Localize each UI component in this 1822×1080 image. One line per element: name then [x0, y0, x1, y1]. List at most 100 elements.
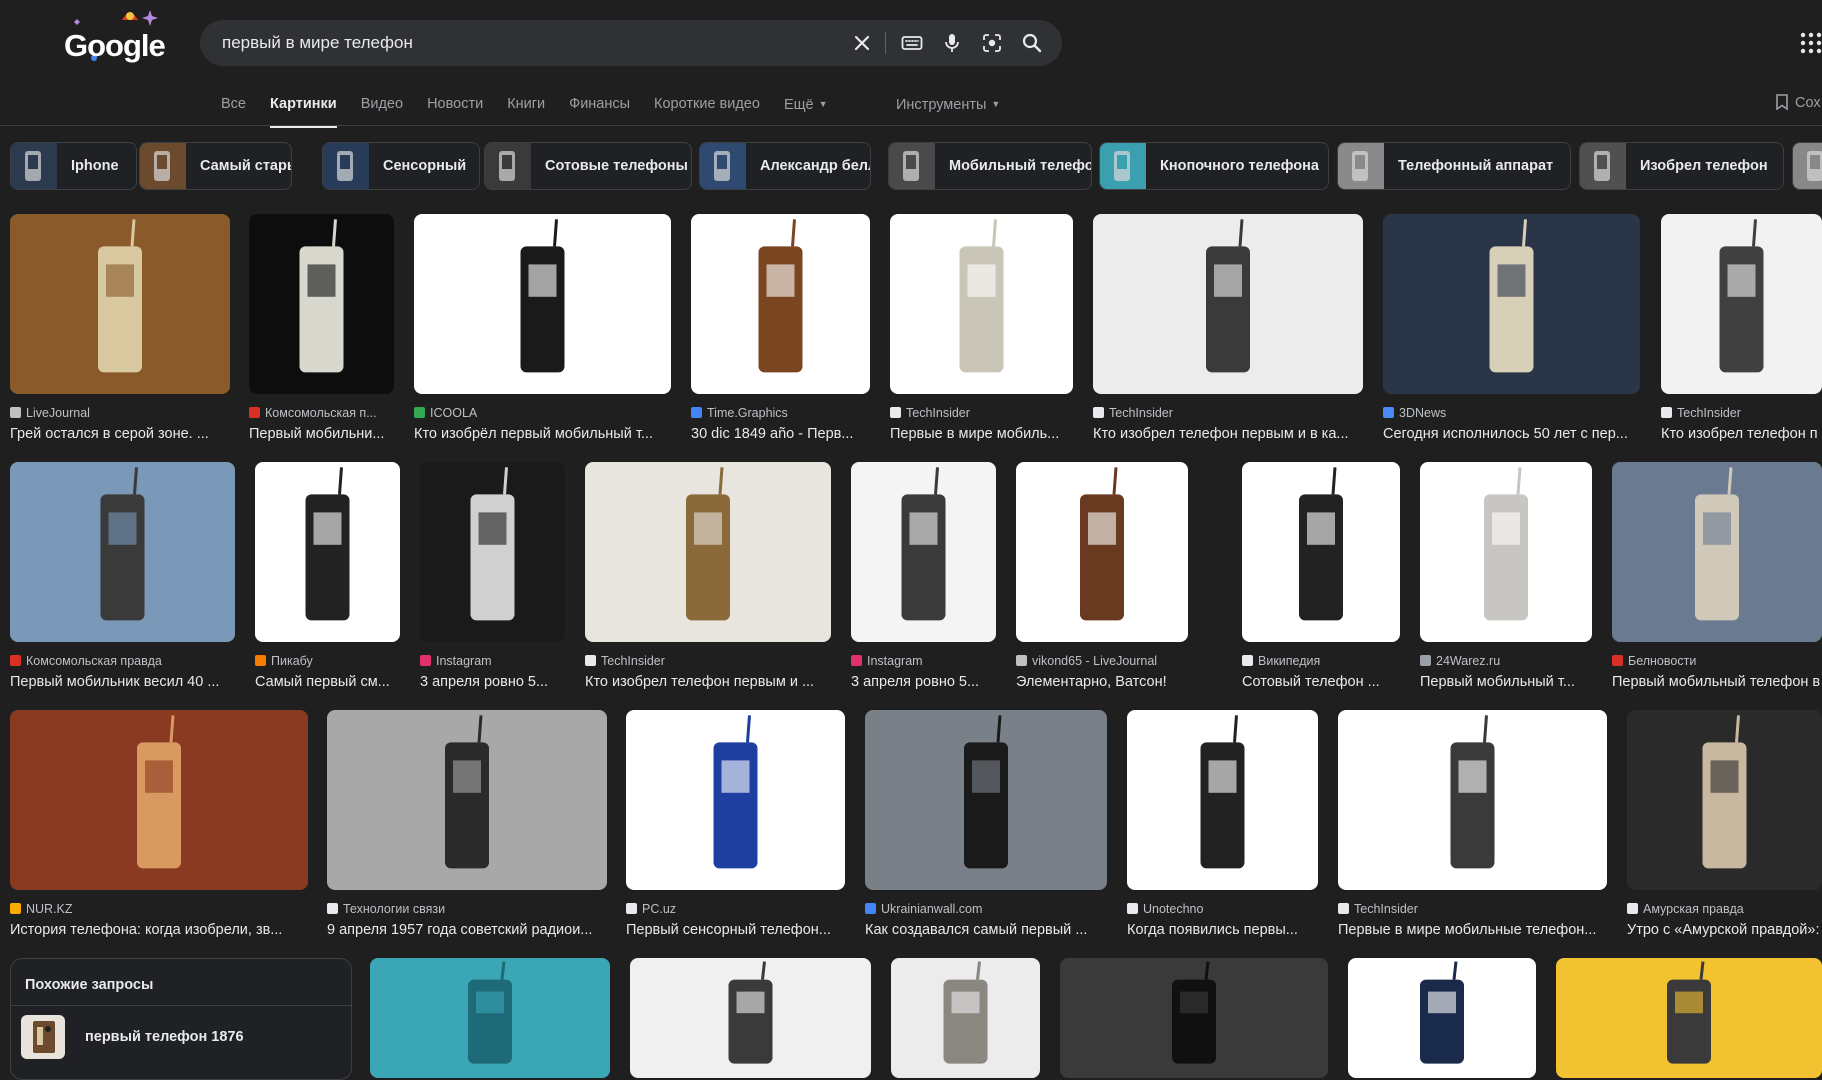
result-source[interactable]: Unotechno	[1127, 902, 1318, 916]
google-logo[interactable]: Google	[64, 8, 174, 68]
tools-button[interactable]: Инструменты ▼	[896, 92, 1000, 117]
saved-button[interactable]: Сох	[1775, 92, 1821, 114]
result-title[interactable]: 30 dic 1849 año - Перв...	[691, 426, 870, 442]
image-result[interactable]: 3DNews Сегодня исполнилось 50 лет с пер..…	[1383, 214, 1640, 472]
result-source[interactable]: Пикабу	[255, 654, 400, 668]
tab-3[interactable]: Новости	[427, 92, 483, 128]
image-result[interactable]: TechInsider Первые в мире мобильные телеф…	[1338, 710, 1607, 968]
result-title[interactable]: Первый мобильник весил 40 ...	[10, 674, 235, 690]
result-source[interactable]: 24Warez.ru	[1420, 654, 1592, 668]
result-source[interactable]: Instagram	[851, 654, 996, 668]
microphone-icon[interactable]	[940, 31, 964, 55]
result-source[interactable]: PC.uz	[626, 902, 845, 916]
result-title[interactable]: Кто изобрел телефон первым и ...	[585, 674, 831, 690]
image-result[interactable]	[891, 958, 1040, 1078]
result-source[interactable]: NUR.KZ	[10, 902, 308, 916]
result-title[interactable]: Элементарно, Ватсон!	[1016, 674, 1188, 690]
result-source[interactable]: Instagram	[420, 654, 565, 668]
result-title[interactable]: История телефона: когда изобрели, зв...	[10, 922, 308, 938]
image-result[interactable]: TechInsider Кто изобрел телефон первым и …	[1093, 214, 1363, 472]
chip-3[interactable]: Сотовые телефоны	[484, 142, 692, 190]
result-title[interactable]: Кто изобрел телефон первым и в ка...	[1093, 426, 1363, 442]
chip-0[interactable]: Iphone	[10, 142, 137, 190]
image-result[interactable]: Технологии связи 9 апреля 1957 года совет…	[327, 710, 607, 968]
result-source[interactable]: Белновости	[1612, 654, 1822, 668]
tab-0[interactable]: Все	[221, 92, 246, 128]
tab-2[interactable]: Видео	[361, 92, 403, 128]
apps-grid-icon[interactable]	[1800, 32, 1822, 54]
image-result[interactable]	[370, 958, 610, 1078]
image-result[interactable]	[1348, 958, 1536, 1078]
image-result[interactable]: Википедия Сотовый телефон ...	[1242, 462, 1400, 720]
image-result[interactable]: TechInsider Кто изобрел телефон первым и …	[585, 462, 831, 720]
result-source[interactable]: Википедия	[1242, 654, 1400, 668]
image-result[interactable]: Instagram 3 апреля ровно 5...	[420, 462, 565, 720]
image-result[interactable]: PC.uz Первый сенсорный телефон...	[626, 710, 845, 968]
result-source[interactable]: vikond65 - LiveJournal	[1016, 654, 1188, 668]
image-result[interactable]: Instagram 3 апреля ровно 5...	[851, 462, 996, 720]
result-title[interactable]: Кто изобрёл первый мобильный т...	[414, 426, 671, 442]
chip-2[interactable]: Сенсорный	[322, 142, 480, 190]
image-result[interactable]: Белновости Первый мобильный телефон в	[1612, 462, 1822, 720]
related-search-item[interactable]: первый телефон 1876	[21, 1015, 341, 1059]
image-result[interactable]: vikond65 - LiveJournal Элементарно, Ватсо…	[1016, 462, 1188, 720]
camera-lens-icon[interactable]	[980, 31, 1004, 55]
image-result[interactable]: LiveJournal Грей остался в серой зоне. ..…	[10, 214, 230, 472]
result-title[interactable]: Первый сенсорный телефон...	[626, 922, 845, 938]
image-result[interactable]: 24Warez.ru Первый мобильный т...	[1420, 462, 1592, 720]
tab-5[interactable]: Финансы	[569, 92, 630, 128]
image-result[interactable]: ICOOLA Кто изобрёл первый мобильный т...	[414, 214, 671, 472]
result-source[interactable]: Амурская правда	[1627, 902, 1822, 916]
result-source[interactable]: 3DNews	[1383, 406, 1640, 420]
result-title[interactable]: Самый первый см...	[255, 674, 400, 690]
image-result[interactable]: Ukrainianwall.com Как создавался самый пе…	[865, 710, 1107, 968]
result-source[interactable]: Технологии связи	[327, 902, 607, 916]
result-source[interactable]: TechInsider	[1661, 406, 1822, 420]
image-result[interactable]	[1060, 958, 1328, 1078]
result-title[interactable]: Сегодня исполнилось 50 лет с пер...	[1383, 426, 1640, 442]
result-source[interactable]: TechInsider	[890, 406, 1073, 420]
image-result[interactable]: TechInsider Первые в мире мобиль...	[890, 214, 1073, 472]
image-result[interactable]: Unotechno Когда появились первы...	[1127, 710, 1318, 968]
result-source[interactable]: Ukrainianwall.com	[865, 902, 1107, 916]
chip-5[interactable]: Мобильный телефон	[888, 142, 1092, 190]
result-source[interactable]: TechInsider	[1338, 902, 1607, 916]
result-title[interactable]: 9 апреля 1957 года советский радиои...	[327, 922, 607, 938]
tab-4[interactable]: Книги	[507, 92, 545, 128]
result-source[interactable]: Time.Graphics	[691, 406, 870, 420]
tab-1[interactable]: Картинки	[270, 92, 337, 128]
result-source[interactable]: LiveJournal	[10, 406, 230, 420]
tab-7[interactable]: Ещё ▼	[784, 92, 828, 128]
chip-9[interactable]	[1792, 142, 1822, 190]
image-result[interactable]	[1556, 958, 1822, 1078]
tab-6[interactable]: Короткие видео	[654, 92, 760, 128]
result-title[interactable]: Как создавался самый первый ...	[865, 922, 1107, 938]
image-result[interactable]: NUR.KZ История телефона: когда изобрели, …	[10, 710, 308, 968]
chip-6[interactable]: Кнопочного телефона	[1099, 142, 1329, 190]
result-title[interactable]: 3 апреля ровно 5...	[420, 674, 565, 690]
result-source[interactable]: TechInsider	[585, 654, 831, 668]
result-source[interactable]: TechInsider	[1093, 406, 1363, 420]
result-source[interactable]: Комсомольская правда	[10, 654, 235, 668]
result-title[interactable]: Когда появились первы...	[1127, 922, 1318, 938]
image-result[interactable]: Комсомольская правда Первый мобильник вес…	[10, 462, 235, 720]
image-result[interactable]: Пикабу Самый первый см...	[255, 462, 400, 720]
search-input[interactable]	[222, 20, 822, 66]
result-title[interactable]: Утро с «Амурской правдой»:	[1627, 922, 1822, 938]
result-title[interactable]: Первые в мире мобильные телефон...	[1338, 922, 1607, 938]
result-title[interactable]: Кто изобрел телефон п	[1661, 426, 1822, 442]
image-result[interactable]	[630, 958, 871, 1078]
chip-7[interactable]: Телефонный аппарат	[1337, 142, 1571, 190]
chip-1[interactable]: Самый старый	[139, 142, 292, 190]
result-title[interactable]: Первый мобильный телефон в	[1612, 674, 1822, 690]
image-result[interactable]: TechInsider Кто изобрел телефон п	[1661, 214, 1822, 472]
result-source[interactable]: Комсомольская п...	[249, 406, 394, 420]
result-title[interactable]: Первые в мире мобиль...	[890, 426, 1073, 442]
result-title[interactable]: Первый мобильный т...	[1420, 674, 1592, 690]
chip-8[interactable]: Изобрел телефон	[1579, 142, 1784, 190]
result-title[interactable]: 3 апреля ровно 5...	[851, 674, 996, 690]
keyboard-icon[interactable]	[900, 31, 924, 55]
search-box[interactable]	[200, 20, 1062, 66]
clear-icon[interactable]	[850, 31, 874, 55]
image-result[interactable]: Комсомольская п... Первый мобильни...	[249, 214, 394, 472]
